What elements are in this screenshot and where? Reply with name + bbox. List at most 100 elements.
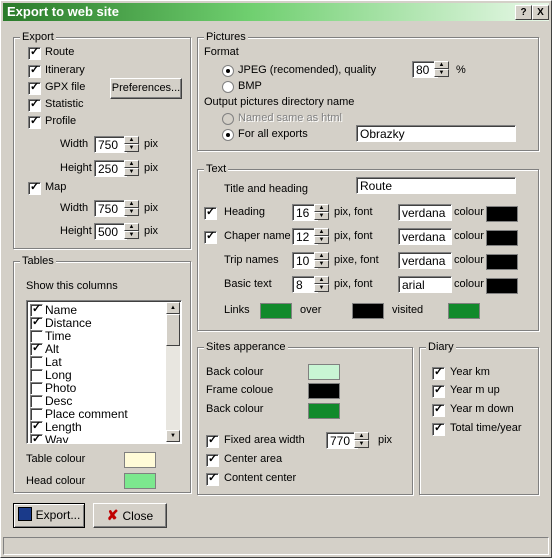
content-center-label: Content center [224, 472, 297, 484]
statistic-label: Statistic [45, 98, 84, 110]
link-colour-swatch[interactable] [260, 303, 292, 319]
map-width-input[interactable]: 750 [94, 200, 127, 217]
head-colour-swatch[interactable] [124, 473, 156, 489]
basic-colour-swatch[interactable] [486, 278, 518, 294]
head-colour-label: Head colour [26, 475, 86, 487]
heading-checkbox[interactable] [204, 205, 217, 220]
chapter-font-input[interactable]: verdana [398, 228, 452, 245]
map-height-unit: pix [144, 225, 159, 237]
trip-label: Trip names [224, 254, 279, 266]
scroll-thumb[interactable] [166, 314, 180, 346]
profile-checkbox[interactable] [28, 114, 41, 129]
chapter-colour-swatch[interactable] [486, 230, 518, 246]
itinerary-checkbox[interactable] [28, 63, 41, 78]
column-checkbox[interactable] [30, 369, 43, 382]
trip-size-spinner[interactable]: ▲ ▼ [314, 252, 329, 269]
named-same-label: Named same as html [238, 112, 342, 124]
total-time-label: Total time/year [450, 422, 522, 434]
export-button[interactable]: Export... [13, 503, 85, 528]
map-height-spinner[interactable]: ▲ ▼ [124, 223, 139, 240]
fixed-width-spinner[interactable]: ▲ ▼ [354, 432, 369, 449]
back-colour-swatch[interactable] [308, 364, 340, 380]
column-label: Desc [45, 394, 73, 408]
close-icon[interactable]: X [532, 5, 549, 20]
center-area-label: Center area [224, 453, 283, 465]
basic-size-spinner[interactable]: ▲ ▼ [314, 276, 329, 293]
export-dialog: Export to web site ? X Export Route Itin… [0, 0, 552, 558]
trip-colour-swatch[interactable] [486, 254, 518, 270]
show-columns-label: Show this columns [26, 280, 118, 292]
heading-size-spinner[interactable]: ▲ ▼ [314, 204, 329, 221]
total-time-checkbox[interactable] [432, 421, 445, 436]
chapter-size-spinner[interactable]: ▲ ▼ [314, 228, 329, 245]
scroll-down-arrow[interactable]: ▼ [166, 430, 180, 442]
profile-height-input[interactable]: 250 [94, 160, 127, 177]
chapter-pix-font-label: pix, font [334, 230, 373, 242]
route-checkbox[interactable] [28, 45, 41, 60]
profile-height-spinner[interactable]: ▲ ▼ [124, 160, 139, 177]
center-area-checkbox[interactable] [206, 452, 219, 467]
basic-label: Basic text [224, 278, 272, 290]
column-checkbox[interactable] [30, 315, 43, 330]
link-visited-colour-swatch[interactable] [448, 303, 480, 319]
quality-spinner[interactable]: ▲ ▼ [434, 61, 449, 78]
column-checkbox[interactable] [30, 356, 43, 369]
table-colour-label: Table colour [26, 453, 86, 465]
columns-scrollbar[interactable]: ▲ ▼ [166, 302, 180, 442]
content-center-checkbox[interactable] [206, 471, 219, 486]
year-up-checkbox[interactable] [432, 383, 445, 398]
column-checkbox[interactable] [30, 341, 43, 356]
fixed-width-checkbox[interactable] [206, 433, 219, 448]
year-down-checkbox[interactable] [432, 402, 445, 417]
over-label: over [300, 304, 322, 316]
basic-font-input[interactable]: arial [398, 276, 452, 293]
frame-colour-swatch[interactable] [308, 383, 340, 399]
dir-name-input[interactable]: Obrazky [356, 125, 516, 142]
title-bar[interactable]: Export to web site ? X [3, 3, 549, 21]
map-height-input[interactable]: 500 [94, 223, 127, 240]
columns-listbox[interactable]: NameDistanceTimeAltLatLongPhotoDescPlace… [26, 300, 182, 444]
link-over-colour-swatch[interactable] [352, 303, 384, 319]
frame-colour-label: Frame coloue [206, 384, 274, 396]
close-button-label: Close [122, 509, 154, 523]
column-checkbox[interactable] [30, 382, 43, 395]
for-all-radio[interactable] [222, 129, 234, 141]
gpx-checkbox[interactable] [28, 80, 41, 95]
help-icon[interactable]: ? [515, 5, 532, 20]
profile-width-unit: pix [144, 138, 159, 150]
diary-group: Diary Year km Year m up Year m down Tota… [419, 341, 539, 495]
heading-font-input[interactable]: verdana [398, 204, 452, 221]
scroll-up-arrow[interactable]: ▲ [166, 302, 180, 314]
profile-width-input[interactable]: 750 [94, 136, 127, 153]
close-button[interactable]: ✘ Close [93, 503, 167, 528]
statistic-checkbox[interactable] [28, 97, 41, 112]
named-same-radio[interactable] [222, 113, 234, 125]
trip-pixe-font-label: pixe, font [334, 254, 379, 266]
table-colour-swatch[interactable] [124, 452, 156, 468]
map-width-label: Width [60, 202, 89, 214]
chapter-checkbox[interactable] [204, 229, 217, 244]
title-input[interactable]: Route [356, 177, 516, 194]
tables-legend: Tables [20, 255, 56, 267]
column-label: Photo [45, 381, 77, 395]
map-checkbox[interactable] [28, 180, 41, 195]
back-colour-2-swatch[interactable] [308, 403, 340, 419]
profile-width-spinner[interactable]: ▲ ▼ [124, 136, 139, 153]
window-title: Export to web site [7, 4, 119, 19]
map-width-spinner[interactable]: ▲ ▼ [124, 200, 139, 217]
bmp-radio[interactable] [222, 81, 234, 93]
column-label: Alt [45, 342, 60, 356]
year-km-checkbox[interactable] [432, 365, 445, 380]
jpeg-radio[interactable] [222, 65, 234, 77]
text-group: Text Title and heading Route Heading 16 … [197, 163, 539, 331]
red-x-icon: ✘ [106, 507, 119, 523]
trip-font-input[interactable]: verdana [398, 252, 452, 269]
format-label: Format [204, 46, 239, 58]
column-checkbox[interactable] [30, 432, 43, 443]
heading-colour-swatch[interactable] [486, 206, 518, 222]
jpeg-label: JPEG (recomended), quality [238, 64, 377, 76]
output-dir-label: Output pictures directory name [204, 96, 355, 108]
preferences-button[interactable]: Preferences... [110, 78, 182, 99]
fixed-width-label: Fixed area width [224, 434, 305, 446]
column-checkbox[interactable] [30, 395, 43, 408]
